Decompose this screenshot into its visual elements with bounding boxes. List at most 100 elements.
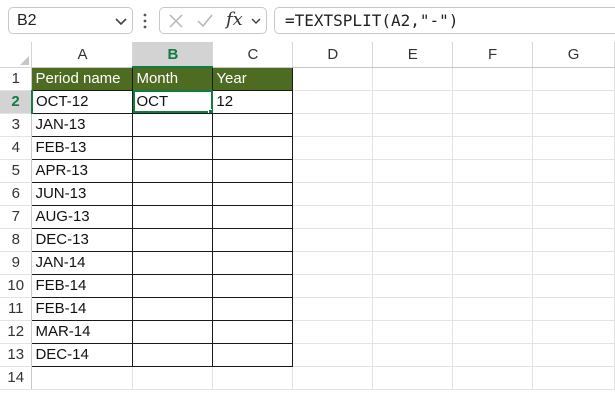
year-cell[interactable]: [212, 227, 294, 252]
cell[interactable]: [452, 90, 534, 114]
fill-handle[interactable]: [208, 108, 212, 112]
cell[interactable]: [372, 205, 454, 229]
cell[interactable]: [452, 182, 534, 206]
row-header[interactable]: 6: [0, 182, 33, 206]
row-header[interactable]: 2: [0, 90, 33, 114]
row-header[interactable]: 4: [0, 136, 33, 160]
insert-function-icon[interactable]: fx: [226, 9, 243, 30]
period-name-cell[interactable]: APR-13: [31, 158, 134, 183]
cell[interactable]: [532, 205, 615, 229]
chevron-down-icon[interactable]: [114, 14, 128, 28]
row-header[interactable]: 8: [0, 228, 33, 252]
cell[interactable]: [532, 251, 615, 275]
period-name-cell[interactable]: AUG-13: [31, 204, 134, 229]
year-cell[interactable]: [212, 181, 294, 206]
year-cell[interactable]: [212, 135, 294, 160]
month-cell[interactable]: [132, 273, 214, 298]
enter-check-icon[interactable]: [196, 13, 214, 29]
active-cell-b2[interactable]: OCT: [132, 89, 214, 114]
cell[interactable]: [532, 113, 615, 137]
header-cell-period-name[interactable]: Period name: [31, 66, 134, 91]
column-header-g[interactable]: G: [532, 42, 615, 68]
year-cell[interactable]: [212, 158, 294, 183]
cell[interactable]: [452, 159, 534, 183]
period-name-cell[interactable]: DEC-14: [31, 342, 134, 367]
cell[interactable]: [292, 297, 374, 321]
month-cell[interactable]: [132, 296, 214, 321]
cell[interactable]: [532, 67, 615, 91]
period-name-cell[interactable]: MAR-14: [31, 319, 134, 344]
cell[interactable]: [372, 343, 454, 367]
month-cell[interactable]: [132, 319, 214, 344]
cell[interactable]: [372, 90, 454, 114]
period-name-cell[interactable]: JAN-13: [31, 112, 134, 137]
cell[interactable]: [292, 205, 374, 229]
period-name-cell[interactable]: DEC-13: [31, 227, 134, 252]
row-header[interactable]: 9: [0, 251, 33, 275]
cell[interactable]: [372, 228, 454, 252]
cell[interactable]: [452, 297, 534, 321]
cell[interactable]: [292, 159, 374, 183]
cell[interactable]: [372, 320, 454, 344]
cell[interactable]: [532, 182, 615, 206]
cell[interactable]: [452, 366, 534, 390]
year-cell[interactable]: [212, 319, 294, 344]
month-cell[interactable]: [132, 342, 214, 367]
row-header[interactable]: 7: [0, 205, 33, 229]
cell[interactable]: [532, 343, 615, 367]
year-cell[interactable]: [212, 296, 294, 321]
cell[interactable]: [31, 366, 134, 390]
row-header[interactable]: 13: [0, 343, 33, 367]
cell[interactable]: [372, 67, 454, 91]
header-cell-month[interactable]: Month: [132, 66, 214, 91]
cell[interactable]: [452, 205, 534, 229]
more-options-icon[interactable]: [143, 13, 147, 29]
cell[interactable]: [532, 90, 615, 114]
column-header-a[interactable]: A: [31, 42, 134, 68]
year-cell[interactable]: [212, 273, 294, 298]
cell[interactable]: [372, 274, 454, 298]
period-name-cell[interactable]: OCT-12: [31, 89, 134, 114]
cell[interactable]: [292, 113, 374, 137]
cell[interactable]: [532, 320, 615, 344]
name-box[interactable]: B2: [8, 7, 133, 34]
year-cell[interactable]: [212, 342, 294, 367]
cell[interactable]: [532, 297, 615, 321]
cell[interactable]: [372, 113, 454, 137]
cell[interactable]: [372, 297, 454, 321]
cell[interactable]: [452, 251, 534, 275]
row-header[interactable]: 14: [0, 366, 33, 390]
cell[interactable]: [132, 366, 214, 390]
month-cell[interactable]: [132, 250, 214, 275]
cell[interactable]: [372, 136, 454, 160]
cancel-icon[interactable]: [168, 13, 184, 29]
cell[interactable]: [452, 228, 534, 252]
column-header-c[interactable]: C: [212, 42, 294, 68]
month-cell[interactable]: [132, 158, 214, 183]
cell[interactable]: [532, 159, 615, 183]
cell[interactable]: [372, 159, 454, 183]
cell[interactable]: [452, 274, 534, 298]
column-header-e[interactable]: E: [372, 42, 454, 68]
cell[interactable]: [372, 366, 454, 390]
cell[interactable]: [372, 251, 454, 275]
year-cell[interactable]: [212, 112, 294, 137]
row-header[interactable]: 5: [0, 159, 33, 183]
cell[interactable]: [372, 182, 454, 206]
cell[interactable]: [292, 228, 374, 252]
cell[interactable]: [292, 136, 374, 160]
cell[interactable]: [292, 67, 374, 91]
cell[interactable]: [292, 182, 374, 206]
period-name-cell[interactable]: FEB-14: [31, 296, 134, 321]
row-header[interactable]: 11: [0, 297, 33, 321]
row-header[interactable]: 12: [0, 320, 33, 344]
year-cell[interactable]: [212, 204, 294, 229]
cell[interactable]: [292, 343, 374, 367]
cell[interactable]: [292, 274, 374, 298]
period-name-cell[interactable]: FEB-13: [31, 135, 134, 160]
month-cell[interactable]: [132, 227, 214, 252]
row-header[interactable]: 10: [0, 274, 33, 298]
year-cell-c2[interactable]: 12: [212, 89, 294, 114]
month-cell[interactable]: [132, 181, 214, 206]
cell[interactable]: [532, 366, 615, 390]
